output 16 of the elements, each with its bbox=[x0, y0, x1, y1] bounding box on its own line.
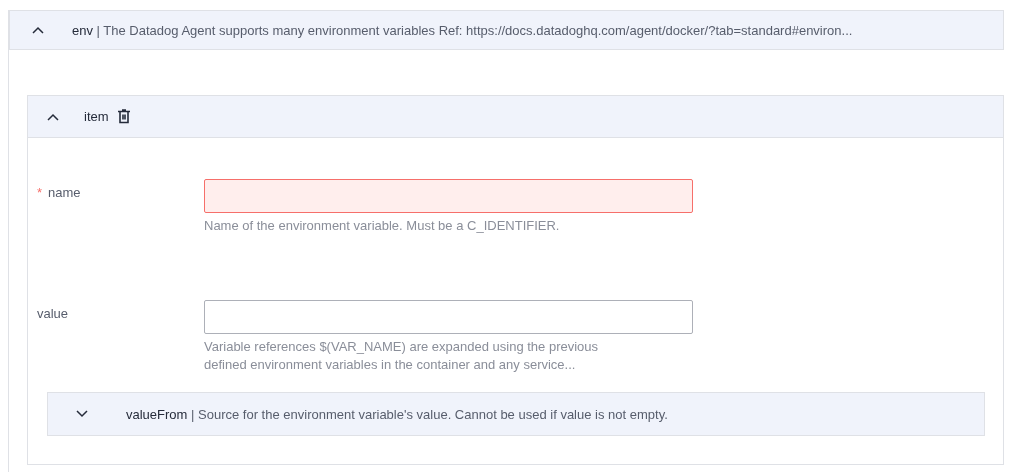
trash-icon[interactable] bbox=[116, 109, 131, 124]
field-help-text: Variable references $(VAR_NAME) are expanded using the previous defined environment variables in the container and any service... bbox=[204, 338, 600, 374]
text-field[interactable] bbox=[204, 300, 693, 334]
section-title: env | The Datadog Agent supports many environment variables Ref: https://docs.datadoghq.com/agent/docker/?tab=standard#environ... bbox=[72, 22, 853, 38]
field-label: value bbox=[37, 306, 69, 321]
chevron-up-icon[interactable] bbox=[32, 26, 44, 34]
chevron-down-icon[interactable] bbox=[76, 410, 88, 418]
section-header[interactable]: item bbox=[27, 95, 1004, 138]
section-header[interactable]: valueFrom | Source for the environment variable's value. Cannot be used if value is not empty. bbox=[47, 392, 985, 436]
field-label: * name bbox=[37, 185, 81, 200]
field-help-text: Name of the environment variable. Must be a C_IDENTIFIER. bbox=[204, 217, 561, 235]
section-title: item bbox=[84, 109, 109, 124]
chevron-up-icon[interactable] bbox=[47, 112, 59, 121]
text-field[interactable] bbox=[204, 179, 693, 213]
section-title: valueFrom | Source for the environment variable's value. Cannot be used if value is not empty. bbox=[126, 406, 668, 422]
section-header[interactable]: env | The Datadog Agent supports many environment variables Ref: https://docs.datadoghq.com/agent/docker/?tab=standard#environ... bbox=[9, 10, 1004, 50]
